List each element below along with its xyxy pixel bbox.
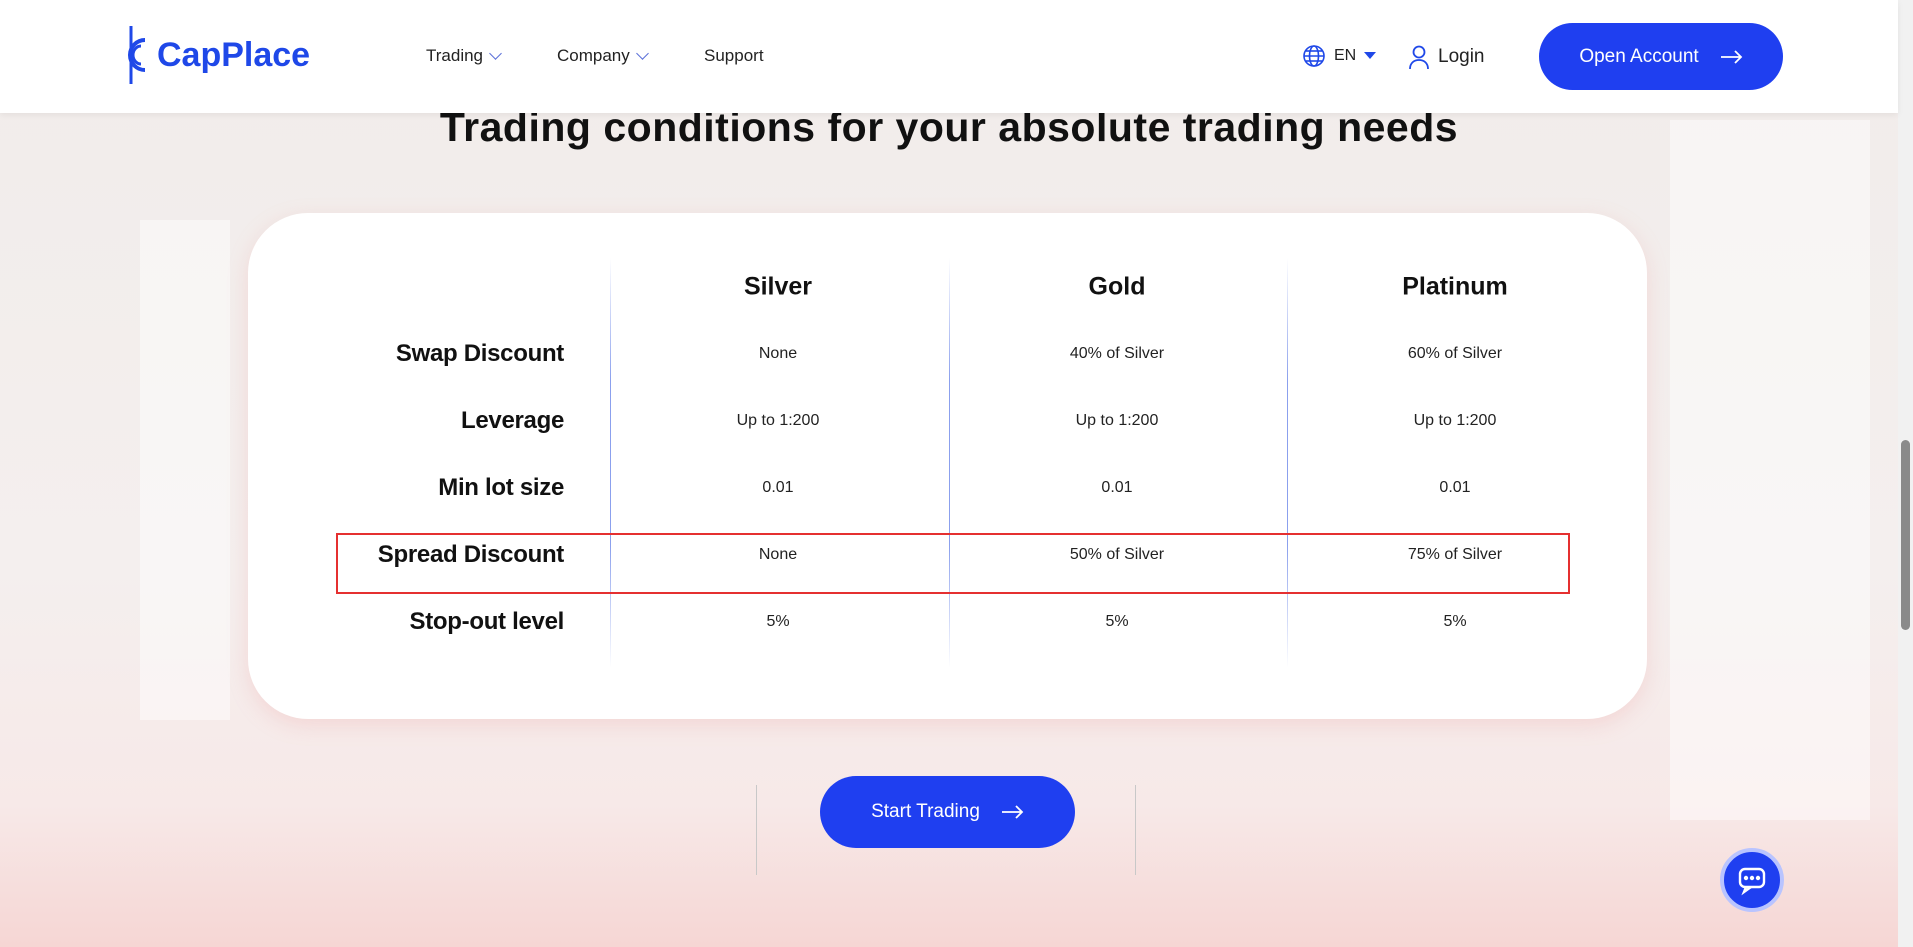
table-cell: Up to 1:200: [1413, 412, 1497, 429]
capplace-logo-icon: [128, 26, 146, 84]
table-cell: 40% of Silver: [1069, 345, 1165, 362]
column-header: Platinum: [1402, 272, 1508, 301]
divider-line: [1135, 785, 1136, 875]
arrow-right-icon: [1720, 49, 1742, 64]
start-trading-button[interactable]: Start Trading: [820, 776, 1075, 848]
column-divider: [949, 258, 950, 668]
row-label: Leverage: [461, 407, 564, 434]
nav-label: Support: [704, 46, 764, 65]
login-link[interactable]: Login: [1408, 44, 1485, 70]
background-shelf: [140, 220, 230, 720]
nav-trading[interactable]: Trading: [426, 46, 502, 66]
divider-line: [756, 785, 757, 875]
globe-icon: [1303, 45, 1325, 67]
chat-button[interactable]: [1720, 848, 1784, 912]
scrollbar[interactable]: [1898, 0, 1913, 947]
table-cell: 5%: [1105, 613, 1129, 630]
table-cell: Up to 1:200: [1075, 412, 1159, 429]
trading-conditions-table: Silver Gold Platinum Swap Discount None 40% o…: [248, 213, 1647, 719]
column-divider: [1287, 258, 1288, 668]
chevron-down-icon: [489, 47, 502, 60]
row-label: Min lot size: [438, 474, 564, 501]
login-label: Login: [1438, 46, 1485, 67]
site-header: CapPlace Trading Company Support EN Logi…: [0, 0, 1898, 113]
table-cell: 0.01: [762, 479, 794, 496]
table-cell: 0.01: [1101, 479, 1133, 496]
column-header: Gold: [1088, 272, 1146, 301]
nav-label: Company: [557, 46, 630, 65]
language-label: EN: [1334, 47, 1357, 64]
nav-label: Trading: [426, 46, 484, 65]
open-account-button[interactable]: Open Account: [1539, 23, 1783, 90]
table-cell: 0.01: [1439, 479, 1471, 496]
table-cell: None: [758, 345, 798, 362]
column-header: Silver: [743, 272, 813, 301]
row-label: Stop-out level: [409, 608, 565, 635]
brand-name: CapPlace: [157, 35, 311, 74]
user-icon: [1409, 45, 1429, 70]
nav-support[interactable]: Support: [704, 46, 764, 66]
start-trading-label: Start Trading: [871, 801, 980, 822]
brand-logo[interactable]: CapPlace: [117, 24, 310, 86]
chevron-down-icon: [635, 47, 649, 60]
arrow-right-icon: [1001, 805, 1024, 819]
caret-down-icon: [1364, 52, 1377, 59]
column-divider: [610, 258, 611, 668]
highlight-box: [336, 533, 1570, 594]
row-label: Swap Discount: [395, 340, 564, 367]
nav-company[interactable]: Company: [557, 46, 649, 66]
table-cell: 60% of Silver: [1407, 345, 1503, 362]
chat-bubble-icon: [1738, 867, 1766, 896]
open-account-label: Open Account: [1579, 45, 1699, 67]
scrollbar-thumb[interactable]: [1901, 440, 1910, 630]
language-selector[interactable]: EN: [1302, 44, 1377, 68]
table-cell: Up to 1:200: [736, 412, 820, 429]
table-cell: 5%: [766, 613, 790, 630]
table-cell: 5%: [1443, 613, 1467, 630]
background-panel: [1670, 120, 1870, 820]
